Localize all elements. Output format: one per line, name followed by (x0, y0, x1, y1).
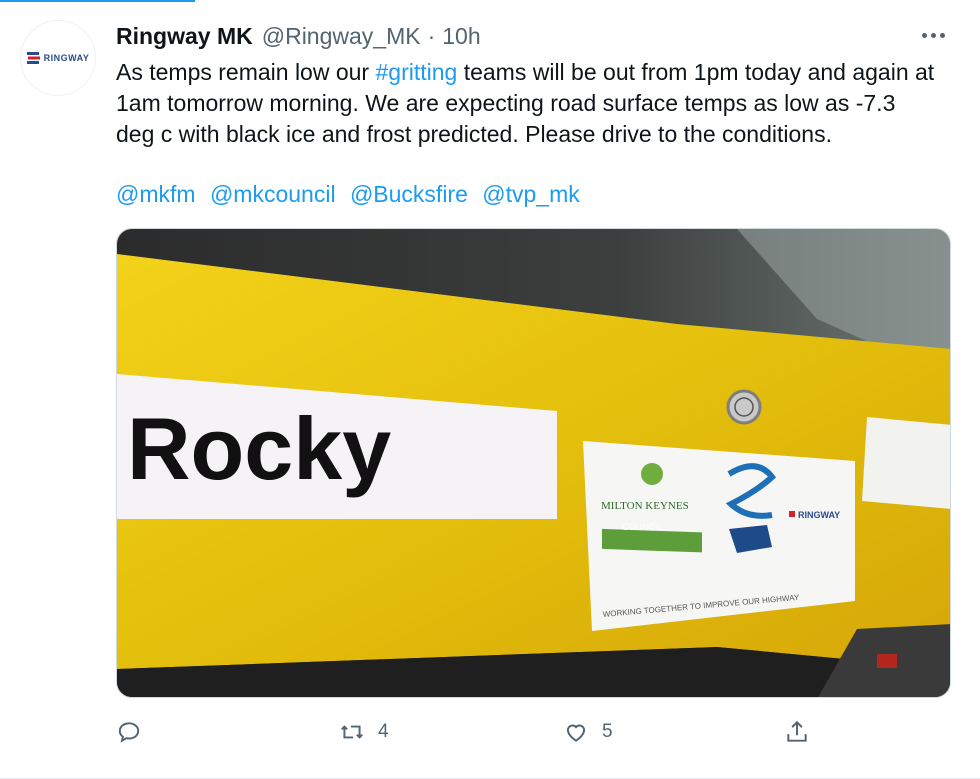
tweet-media-image[interactable]: Rocky MILTON KEYNES COUNCIL RINGWAY WORK… (116, 228, 951, 698)
tweet-header: Ringway MK @Ringway_MK · 10h (116, 21, 950, 51)
top-accent-line (0, 0, 195, 2)
ringway-logo: RINGWAY (26, 52, 90, 64)
tweet-text-part1: As temps remain low our (116, 59, 376, 85)
ringway-logo-icon (26, 52, 40, 64)
hashtag-link[interactable]: #gritting (375, 59, 457, 85)
more-options-icon[interactable] (916, 25, 950, 45)
timestamp[interactable]: 10h (442, 23, 480, 50)
share-icon (787, 720, 807, 742)
heart-icon (566, 724, 586, 742)
share-button[interactable] (784, 712, 810, 752)
vehicle-name: Rocky (127, 399, 391, 498)
mk-council-logo (641, 463, 663, 485)
reply-button[interactable] (116, 712, 154, 752)
mercedes-badge (726, 389, 762, 425)
mention-link[interactable]: @tvp_mk (482, 181, 579, 207)
gritter-photo: Rocky MILTON KEYNES COUNCIL RINGWAY WORK… (117, 229, 950, 697)
retweet-button[interactable]: 4 (338, 712, 389, 752)
ringway-sign-logo (789, 511, 795, 517)
display-name[interactable]: Ringway MK (116, 23, 253, 50)
mention-link[interactable]: @Bucksfire (350, 181, 468, 207)
truck-plate (862, 417, 950, 509)
sign-council-line1: MILTON KEYNES (601, 500, 689, 512)
avatar[interactable]: RINGWAY (20, 20, 96, 96)
sign-company: RINGWAY (798, 510, 840, 520)
truck-light (877, 654, 897, 668)
separator-dot: · (427, 22, 436, 49)
reply-icon (118, 722, 140, 743)
council-green-bar (602, 528, 702, 553)
retweet-count: 4 (378, 721, 389, 742)
mention-link[interactable]: @mkfm (116, 181, 196, 207)
avatar-logo-text: RINGWAY (43, 53, 90, 63)
mention-link[interactable]: @mkcouncil (210, 181, 336, 207)
like-count: 5 (602, 721, 613, 742)
like-button[interactable]: 5 (562, 712, 613, 752)
sign-council-line2: COUNCIL (622, 522, 663, 532)
tweet-actions: 4 5 (116, 712, 836, 752)
mentions: @mkfm @mkcouncil @Bucksfire @tvp_mk (116, 179, 588, 210)
user-handle[interactable]: @Ringway_MK (262, 23, 421, 50)
retweet-icon (341, 725, 363, 739)
tweet-text: As temps remain low our #gritting teams … (116, 57, 936, 150)
